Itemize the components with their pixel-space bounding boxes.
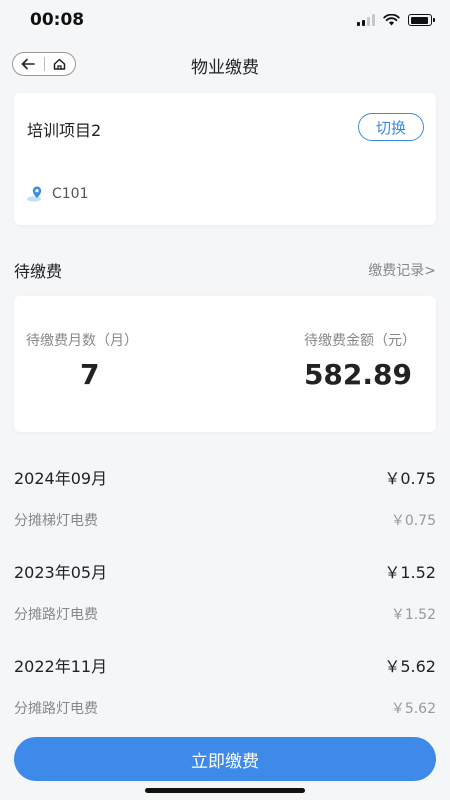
location-pin-icon [27, 186, 42, 202]
bill-amount: ￥5.62 [384, 657, 436, 676]
switch-project-button[interactable]: 切换 [358, 113, 424, 141]
pending-section-title: 待缴费 [14, 262, 63, 281]
page-title: 物业缴费 [191, 58, 259, 78]
bill-item-name: 分摊路灯电费 [14, 701, 98, 717]
bill-item-amount: ￥5.62 [390, 701, 436, 717]
status-bar: 00:08 [0, 0, 450, 44]
bill-month: 2024年09月 [14, 469, 108, 488]
bill-item-amount: ￥0.75 [390, 513, 436, 529]
wifi-icon [383, 14, 400, 26]
bill-amount: ￥0.75 [384, 469, 436, 488]
bill-item-amount: ￥1.52 [390, 607, 436, 623]
bill-month: 2023年05月 [14, 563, 108, 582]
project-card: 培训项目2 切换 C101 [14, 93, 436, 225]
room-row: C101 [26, 185, 89, 203]
pending-summary-card: 待缴费月数（月） 待缴费金额（元） 7 582.89 [14, 296, 436, 432]
battery-icon [408, 14, 435, 26]
pending-amount-value: 582.89 [303, 358, 412, 391]
payment-records-link[interactable]: 缴费记录> [368, 260, 436, 280]
nav-bar: 物业缴费 [0, 44, 450, 84]
pending-months-value: 7 [80, 358, 100, 391]
pending-amount-label: 待缴费金额（元） [304, 333, 416, 349]
bill-item-name: 分摊梯灯电费 [14, 513, 98, 529]
bill-amount: ￥1.52 [384, 563, 436, 582]
bill-month: 2022年11月 [14, 657, 108, 676]
cellular-signal-icon [357, 14, 375, 26]
status-icons [357, 14, 435, 26]
pending-section-header: 待缴费 缴费记录> [14, 258, 436, 281]
room-code: C101 [52, 186, 89, 202]
project-name: 培训项目2 [27, 121, 102, 140]
bill-item-name: 分摊路灯电费 [14, 607, 98, 623]
pay-now-button[interactable]: 立即缴费 [14, 737, 436, 781]
home-indicator [145, 788, 305, 793]
pending-months-label: 待缴费月数（月） [26, 333, 138, 349]
status-time: 00:08 [30, 10, 85, 30]
